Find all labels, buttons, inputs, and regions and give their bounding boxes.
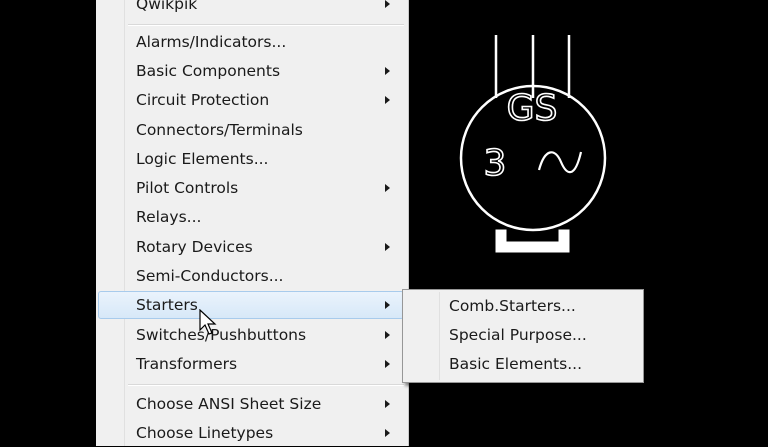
motor-starter-symbol: GS 3 (459, 35, 607, 253)
submenu-item-comb-starters[interactable]: Comb.Starters... (405, 292, 641, 320)
menu-item-label: Transformers (136, 355, 238, 373)
submenu-item-label: Comb.Starters... (449, 297, 576, 315)
chevron-right-icon (385, 400, 390, 408)
menu-item-relays[interactable]: Relays... (98, 203, 404, 231)
menu-item-label: Basic Components (136, 62, 281, 80)
chevron-right-icon (385, 429, 390, 437)
drawing-canvas[interactable]: GS 3 Qwikpik Alarms/Indicators... Basic … (0, 0, 768, 446)
menu-item-label: Starters (136, 296, 198, 314)
menu-item-transformers[interactable]: Transformers (98, 350, 404, 378)
symbol-gs-text: GS (507, 88, 558, 129)
menu-separator (128, 384, 404, 386)
menu-item-circuit-protection[interactable]: Circuit Protection (98, 86, 404, 114)
menu-item-logic-elements[interactable]: Logic Elements... (98, 145, 404, 173)
menu-item-choose-ansi-sheet-size[interactable]: Choose ANSI Sheet Size (98, 390, 404, 418)
menu-item-choose-linetypes[interactable]: Choose Linetypes (98, 419, 404, 447)
menu-item-label: Switches/Pushbuttons (136, 326, 307, 344)
menu-item-qwikpik[interactable]: Qwikpik (98, 0, 404, 18)
submenu-item-basic-elements[interactable]: Basic Elements... (405, 350, 641, 378)
menu-item-switches-pushbuttons[interactable]: Switches/Pushbuttons (98, 321, 404, 349)
chevron-right-icon (385, 243, 390, 251)
menu-item-basic-components[interactable]: Basic Components (98, 57, 404, 85)
menu-item-pilot-controls[interactable]: Pilot Controls (98, 174, 404, 202)
context-menu: Qwikpik Alarms/Indicators... Basic Compo… (96, 0, 409, 446)
menu-item-rotary-devices[interactable]: Rotary Devices (98, 233, 404, 261)
menu-item-label: Relays... (136, 208, 202, 226)
menu-item-label: Circuit Protection (136, 91, 270, 109)
menu-item-label: Rotary Devices (136, 238, 253, 256)
menu-item-label: Alarms/Indicators... (136, 33, 287, 51)
menu-item-alarms-indicators[interactable]: Alarms/Indicators... (98, 28, 404, 56)
chevron-right-icon (385, 301, 390, 309)
menu-item-label: Logic Elements... (136, 150, 269, 168)
menu-item-label: Qwikpik (136, 0, 198, 13)
base-bracket (495, 229, 570, 253)
submenu-item-label: Basic Elements... (449, 355, 582, 373)
chevron-right-icon (385, 360, 390, 368)
chevron-right-icon (385, 331, 390, 339)
menu-item-starters[interactable]: Starters (98, 291, 404, 319)
menu-separator (128, 24, 404, 26)
symbol-phase-text: 3 (484, 143, 507, 184)
menu-item-label: Pilot Controls (136, 179, 239, 197)
submenu-item-special-purpose[interactable]: Special Purpose... (405, 321, 641, 349)
menu-item-connectors-terminals[interactable]: Connectors/Terminals (98, 116, 404, 144)
mouse-pointer-icon (199, 309, 217, 335)
menu-item-label: Semi-Conductors... (136, 267, 284, 285)
chevron-right-icon (385, 0, 390, 8)
starters-submenu: Comb.Starters... Special Purpose... Basi… (402, 289, 644, 383)
ac-tilde-glyph (537, 151, 583, 174)
menu-item-label: Choose ANSI Sheet Size (136, 395, 322, 413)
menu-item-label: Choose Linetypes (136, 424, 274, 442)
menu-item-label: Connectors/Terminals (136, 121, 303, 139)
chevron-right-icon (385, 67, 390, 75)
chevron-right-icon (385, 96, 390, 104)
menu-item-semi-conductors[interactable]: Semi-Conductors... (98, 262, 404, 290)
chevron-right-icon (385, 184, 390, 192)
submenu-item-label: Special Purpose... (449, 326, 587, 344)
